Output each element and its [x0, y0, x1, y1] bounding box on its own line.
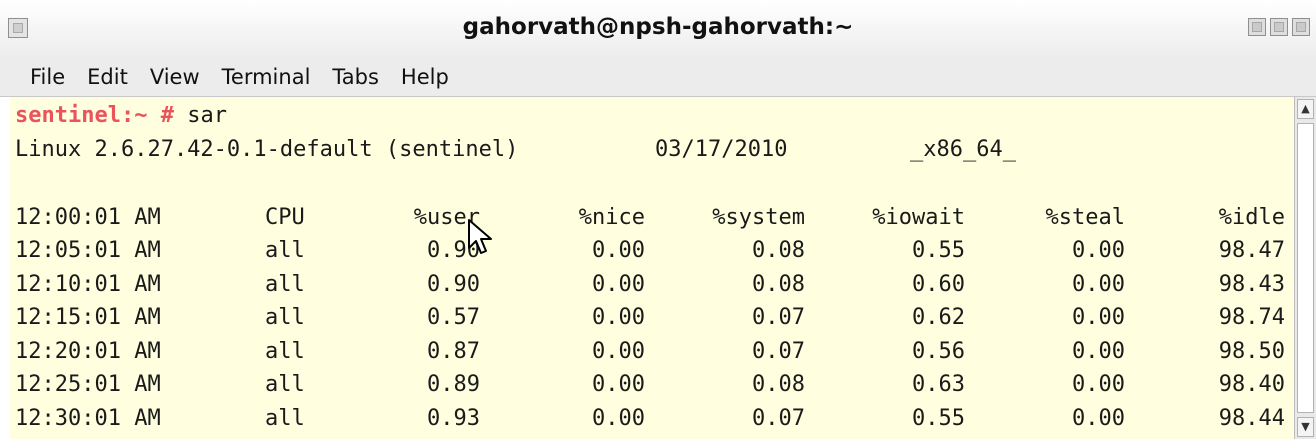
- cell-iowait: 0.55: [912, 238, 965, 263]
- cell-time: 12:05:01 AM: [15, 238, 161, 263]
- cell-nice: 0.00: [592, 405, 645, 431]
- cell-iowait: 0.55: [912, 405, 965, 431]
- maximize-icon[interactable]: [1270, 18, 1288, 36]
- arrow-up-icon[interactable]: ▲: [1297, 99, 1314, 119]
- cell-user: 0.90: [427, 271, 480, 297]
- header-steal: %steal: [1045, 205, 1125, 230]
- cell-nice: 0.00: [592, 372, 645, 397]
- cell-user: 0.87: [427, 338, 480, 364]
- cell-idle: 98.50: [1218, 338, 1285, 364]
- title-bar[interactable]: gahorvath@npsh-gahorvath:~: [0, 0, 1316, 59]
- table-row: 12:30:01 AM all 0.93 0.00 0.07 0.55 0.00 98.44: [15, 402, 1293, 435]
- menu-view[interactable]: View: [139, 58, 211, 96]
- cell-steal: 0.00: [1072, 238, 1125, 263]
- cell-system: 0.08: [752, 271, 805, 297]
- cell-user: 0.57: [427, 305, 480, 330]
- window-controls: [1248, 18, 1310, 36]
- cell-idle: 98.47: [1218, 238, 1285, 263]
- table-row: 12:25:01 AM all 0.89 0.00 0.08 0.63 0.00 98.40: [15, 368, 1293, 401]
- cell-cpu: all: [265, 372, 305, 397]
- prompt: sentinel:~ #: [15, 103, 174, 128]
- cell-user: 0.89: [427, 372, 480, 397]
- vertical-scrollbar[interactable]: ▲ ▼: [1294, 97, 1316, 439]
- report-date: 03/17/2010: [655, 137, 788, 162]
- cell-time: 12:10:01 AM: [15, 271, 161, 297]
- cell-cpu: all: [265, 338, 305, 364]
- cell-cpu: all: [265, 238, 305, 263]
- cell-cpu: all: [265, 305, 305, 330]
- header-user: %user: [413, 205, 480, 230]
- cell-system: 0.07: [752, 305, 805, 330]
- arrow-down-icon[interactable]: ▼: [1297, 417, 1314, 437]
- architecture: _x86_64_: [910, 137, 1016, 162]
- cell-system: 0.07: [752, 405, 805, 431]
- window-title: gahorvath@npsh-gahorvath:~: [462, 14, 854, 40]
- header-iowait: %iowait: [872, 205, 965, 230]
- cell-iowait: 0.56: [912, 338, 965, 364]
- cell-idle: 98.40: [1218, 372, 1285, 397]
- close-icon[interactable]: [1292, 18, 1310, 36]
- cell-nice: 0.00: [592, 338, 645, 364]
- cell-iowait: 0.60: [912, 271, 965, 297]
- command-line: sentinel:~ # sar: [15, 99, 227, 132]
- cell-cpu: all: [265, 271, 305, 297]
- scroll-thumb[interactable]: [1297, 123, 1314, 413]
- cell-system: 0.07: [752, 338, 805, 364]
- cell-steal: 0.00: [1072, 405, 1125, 431]
- cell-time: 12:15:01 AM: [15, 305, 161, 330]
- cell-nice: 0.00: [592, 305, 645, 330]
- mouse-pointer-icon: [468, 219, 492, 254]
- terminal-output[interactable]: sentinel:~ # sar Linux 2.6.27.42-0.1-def…: [10, 97, 1293, 439]
- minimize-icon[interactable]: [1248, 18, 1266, 36]
- cell-cpu: all: [265, 405, 305, 431]
- sysinfo-line: Linux 2.6.27.42-0.1-default (sentinel) 0…: [15, 133, 1293, 166]
- cell-system: 0.08: [752, 372, 805, 397]
- menu-file[interactable]: File: [0, 58, 76, 96]
- cell-steal: 0.00: [1072, 271, 1125, 297]
- menu-edit[interactable]: Edit: [76, 58, 139, 96]
- table-row: 12:10:01 AM all 0.90 0.00 0.08 0.60 0.00 98.43: [15, 268, 1293, 301]
- cell-iowait: 0.63: [912, 372, 965, 397]
- cell-idle: 98.43: [1218, 271, 1285, 297]
- header-idle: %idle: [1218, 205, 1285, 230]
- cell-steal: 0.00: [1072, 338, 1125, 364]
- table-row: 12:20:01 AM all 0.87 0.00 0.07 0.56 0.00 98.50: [15, 335, 1293, 368]
- command-text: sar: [187, 103, 227, 128]
- menu-tabs[interactable]: Tabs: [321, 58, 390, 96]
- cell-idle: 98.74: [1218, 305, 1285, 330]
- header-nice: %nice: [578, 205, 645, 230]
- table-row: 12:05:01 AM all 0.90 0.00 0.08 0.55 0.00 98.47: [15, 234, 1293, 267]
- cell-nice: 0.00: [592, 271, 645, 297]
- menu-help[interactable]: Help: [390, 58, 460, 96]
- cell-user: 0.90: [427, 238, 480, 263]
- cell-time: 12:30:01 AM: [15, 405, 161, 431]
- header-cpu: CPU: [265, 205, 305, 230]
- table-header: 12:00:01 AM CPU %user %nice %system %iowait %s…: [15, 201, 1293, 234]
- cell-nice: 0.00: [592, 238, 645, 263]
- cell-iowait: 0.62: [912, 305, 965, 330]
- kernel-info: Linux 2.6.27.42-0.1-default (sentinel): [15, 137, 519, 162]
- cell-time: 12:20:01 AM: [15, 338, 161, 364]
- cell-user: 0.93: [427, 405, 480, 431]
- cell-system: 0.08: [752, 238, 805, 263]
- menu-bar: File Edit View Terminal Tabs Help: [0, 58, 1316, 97]
- cell-idle: 98.44: [1218, 405, 1285, 431]
- menu-terminal[interactable]: Terminal: [211, 58, 322, 96]
- cell-steal: 0.00: [1072, 372, 1125, 397]
- header-system: %system: [712, 205, 805, 230]
- header-time: 12:00:01 AM: [15, 205, 161, 230]
- cell-steal: 0.00: [1072, 305, 1125, 330]
- table-row: 12:15:01 AM all 0.57 0.00 0.07 0.62 0.00 98.74: [15, 301, 1293, 334]
- cell-time: 12:25:01 AM: [15, 372, 161, 397]
